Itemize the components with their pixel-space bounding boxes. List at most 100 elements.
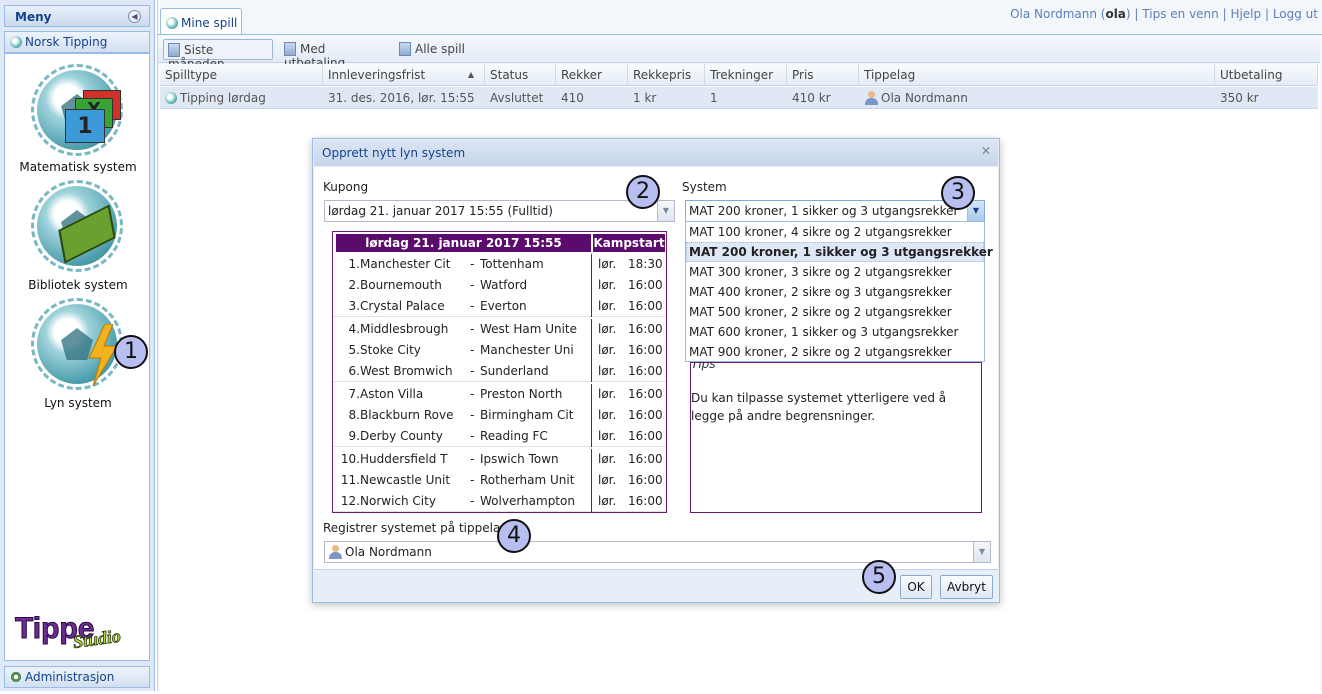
match-day: lør. bbox=[598, 494, 617, 508]
tips-text: Du kan tilpasse systemet ytterligere ved… bbox=[691, 391, 947, 423]
filter-alle-spill-button[interactable]: Alle spill bbox=[395, 39, 475, 60]
match-time: 16:00 bbox=[628, 364, 663, 378]
away-team: Tottenham bbox=[480, 257, 544, 271]
column-divider bbox=[591, 275, 592, 296]
close-icon[interactable]: ✕ bbox=[981, 144, 991, 158]
match-number: 7. bbox=[348, 387, 360, 401]
away-team: Preston North bbox=[480, 387, 563, 401]
system-option[interactable]: MAT 400 kroner, 2 sikre og 3 utgangsrekk… bbox=[686, 282, 984, 302]
coupon-table: lørdag 21. januar 2017 15:55 Kampstart 1… bbox=[332, 231, 667, 513]
filter-med-utbetaling-button[interactable]: Med utbetaling bbox=[280, 39, 390, 70]
dash: - bbox=[470, 473, 475, 487]
home-team: Huddersfield T bbox=[360, 452, 448, 466]
match-time: 16:00 bbox=[628, 343, 663, 357]
match-number: 2. bbox=[348, 278, 360, 292]
home-team: West Bromwich bbox=[360, 364, 453, 378]
home-team: Norwich City bbox=[360, 494, 436, 508]
collapse-left-icon[interactable]: ◀ bbox=[128, 10, 141, 23]
logg-ut-link[interactable]: Logg ut bbox=[1273, 7, 1318, 21]
match-row: 9. Derby County - Reading FC lør. 16:00 bbox=[333, 426, 666, 447]
dash: - bbox=[470, 494, 475, 508]
system-option[interactable]: MAT 300 kroner, 3 sikre og 2 utgangsrekk… bbox=[686, 262, 984, 282]
match-time: 16:00 bbox=[628, 429, 663, 443]
hjelp-link[interactable]: Hjelp bbox=[1230, 7, 1261, 21]
table-cell: Tipping lørdag bbox=[160, 87, 323, 109]
column-header[interactable]: Spilltype bbox=[160, 64, 323, 86]
menu-section-label: Norsk Tipping bbox=[25, 35, 108, 49]
cancel-button[interactable]: Avbryt bbox=[940, 575, 993, 599]
menu-section-norsk-tipping[interactable]: Norsk Tipping bbox=[4, 31, 150, 53]
home-team: Newcastle Unit bbox=[360, 473, 451, 487]
column-header[interactable]: Utbetaling bbox=[1215, 64, 1318, 86]
match-row: 10. Huddersfield T - Ipswich Town lør. 16:00 bbox=[333, 449, 666, 470]
match-row: 1. Manchester Cit - Tottenham lør. 18:30 bbox=[333, 254, 666, 275]
match-time: 18:30 bbox=[628, 257, 663, 271]
callout-4: 4 bbox=[497, 519, 531, 553]
filter-siste-maneden-button[interactable]: Siste måneden bbox=[163, 39, 273, 71]
calendar-icon bbox=[168, 43, 180, 57]
match-time: 16:00 bbox=[628, 299, 663, 313]
chevron-down-icon[interactable]: ▼ bbox=[973, 542, 990, 562]
match-number: 12. bbox=[340, 494, 360, 508]
column-header[interactable]: Trekninger bbox=[705, 64, 787, 86]
away-team: Sunderland bbox=[480, 364, 549, 378]
menu-item-label: Matematisk system bbox=[19, 160, 137, 174]
menu-section-administrasjon[interactable]: Administrasjon bbox=[4, 666, 150, 688]
dash: - bbox=[470, 343, 475, 357]
ok-button[interactable]: OK bbox=[900, 575, 932, 599]
column-header[interactable]: Rekker bbox=[556, 64, 628, 86]
column-divider bbox=[591, 405, 592, 426]
coupon-header-kampstart: Kampstart bbox=[593, 234, 665, 252]
dialog-titlebar[interactable]: Opprett nytt lyn system bbox=[314, 140, 998, 166]
system-option[interactable]: MAT 500 kroner, 2 sikre og 2 utgangsrekk… bbox=[686, 302, 984, 322]
dash: - bbox=[470, 452, 475, 466]
match-time: 16:00 bbox=[628, 322, 663, 336]
callout-5: 5 bbox=[862, 560, 896, 594]
admin-label: Administrasjon bbox=[25, 670, 115, 684]
top-links: Ola Nordmann (ola) | Tips en venn | Hjel… bbox=[1010, 7, 1318, 21]
column-header[interactable]: Rekkepris bbox=[628, 64, 705, 86]
column-header[interactable]: Pris bbox=[787, 64, 859, 86]
tippelag-select[interactable]: Ola Nordmann ▼ bbox=[324, 541, 991, 563]
match-row: 3. Crystal Palace - Everton lør. 16:00 bbox=[333, 296, 666, 317]
away-team: Everton bbox=[480, 299, 527, 313]
column-header[interactable]: Innleveringsfrist ▲ bbox=[323, 64, 485, 86]
system-select[interactable]: MAT 200 kroner, 1 sikker og 3 utgangsrek… bbox=[685, 200, 985, 222]
chevron-down-icon[interactable]: ▼ bbox=[657, 201, 674, 221]
column-divider bbox=[591, 449, 592, 470]
callout-3: 3 bbox=[941, 176, 975, 210]
toolbar: Siste måneden Med utbetaling Alle spill bbox=[158, 35, 1320, 71]
match-row: 7. Aston Villa - Preston North lør. 16:00 bbox=[333, 384, 666, 405]
menu-item-matematisk-system[interactable]: X 1 Matematisk system bbox=[5, 54, 149, 174]
system-option[interactable]: MAT 900 kroner, 2 sikre og 2 utgangsrekk… bbox=[686, 342, 984, 362]
table-cell: Ola Nordmann bbox=[859, 87, 1215, 109]
column-divider bbox=[591, 296, 592, 317]
gear-icon bbox=[10, 671, 22, 683]
table-row[interactable]: Tipping lørdag 31. des. 2016, lør. 15:55… bbox=[160, 87, 1318, 109]
football-icon bbox=[165, 92, 177, 104]
kupong-select[interactable]: lørdag 21. januar 2017 15:55 (Fulltid) ▼ bbox=[324, 200, 675, 222]
football-icon bbox=[166, 17, 178, 29]
menu-item-bibliotek-system[interactable]: Bibliotek system bbox=[5, 176, 149, 292]
user-name-link[interactable]: Ola Nordmann (ola) bbox=[1010, 7, 1131, 21]
tips-en-venn-link[interactable]: Tips en venn bbox=[1142, 7, 1218, 21]
match-row: 5. Stoke City - Manchester Uni lør. 16:00 bbox=[333, 340, 666, 361]
system-option[interactable]: MAT 100 kroner, 4 sikre og 2 utgangsrekk… bbox=[686, 222, 984, 242]
column-header[interactable]: Status bbox=[485, 64, 556, 86]
system-option[interactable]: MAT 200 kroner, 1 sikker og 3 utgangsrek… bbox=[686, 242, 993, 262]
table-cell: 1 bbox=[705, 87, 787, 109]
menu-header: Meny ◀ bbox=[4, 5, 150, 27]
table-cell: 410 bbox=[556, 87, 628, 109]
person-icon bbox=[864, 91, 878, 105]
match-day: lør. bbox=[598, 299, 617, 313]
table-cell: 31. des. 2016, lør. 15:55 bbox=[323, 87, 485, 109]
tab-mine-spill[interactable]: Mine spill bbox=[160, 8, 242, 34]
kupong-label: Kupong bbox=[323, 180, 369, 194]
column-header[interactable]: Tippelag bbox=[859, 64, 1215, 86]
home-team: Bournemouth bbox=[360, 278, 442, 292]
match-number: 8. bbox=[348, 408, 360, 422]
match-number: 1. bbox=[348, 257, 360, 271]
system-option[interactable]: MAT 600 kroner, 1 sikker og 3 utgangsrek… bbox=[686, 322, 984, 342]
match-number: 11. bbox=[340, 473, 360, 487]
match-day: lør. bbox=[598, 364, 617, 378]
